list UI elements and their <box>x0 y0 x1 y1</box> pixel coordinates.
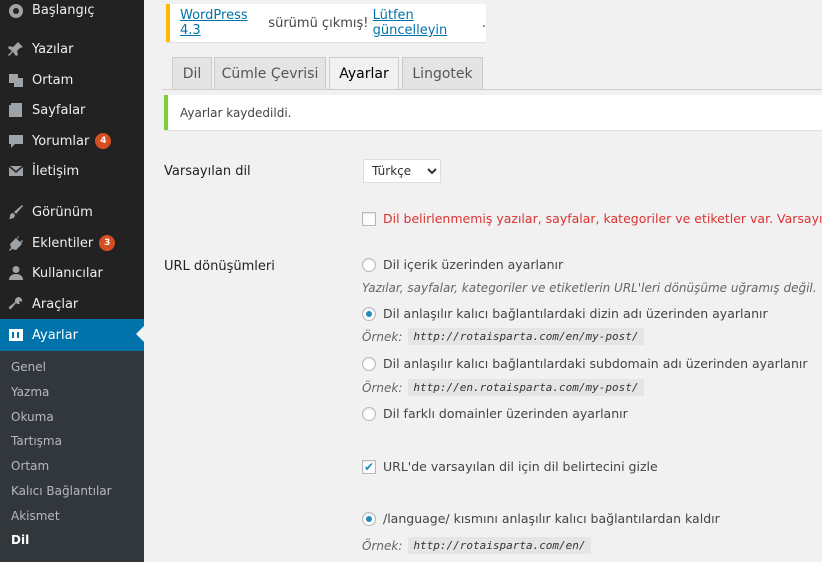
settings-saved-notice: Ayarlar kaydedildi. <box>164 95 822 130</box>
submenu-item-media[interactable]: Ortam <box>11 459 49 473</box>
submenu-item-akismet[interactable]: Akismet <box>11 509 60 523</box>
radio-directory[interactable] <box>362 306 376 321</box>
tab-string-translation[interactable]: Cümle Çevrisi <box>214 57 326 89</box>
menu-label: Eklentiler <box>32 235 94 251</box>
menu-item-contact[interactable]: İletişim <box>0 156 144 186</box>
menu-item-comments[interactable]: Yorumlar 4 <box>0 126 144 156</box>
option-label: Dil anlaşılır kalıcı bağlantılardaki diz… <box>383 306 768 321</box>
example-label: Örnek: <box>362 380 403 395</box>
comments-icon <box>8 133 24 149</box>
example-label: Örnek: <box>362 538 403 553</box>
menu-item-plugins[interactable]: Eklentiler 3 <box>0 228 144 258</box>
example-label: Örnek: <box>362 329 403 344</box>
directory-example: Örnek: http://rotaisparta.com/en/my-post… <box>362 328 644 345</box>
option-label: Dil içerik üzerinden ayarlanır <box>383 257 564 272</box>
url-option-content[interactable]: Dil içerik üzerinden ayarlanır <box>362 257 563 272</box>
tabs-divider <box>162 89 822 90</box>
menu-item-media[interactable]: Ortam <box>0 65 144 95</box>
submenu-item-general[interactable]: Genel <box>11 360 46 374</box>
radio-subdomain[interactable] <box>362 356 376 371</box>
submenu-item-reading[interactable]: Okuma <box>11 410 54 424</box>
remove-language-slug-row[interactable]: /language/ kısmını anlaşılır kalıcı bağl… <box>362 511 720 526</box>
example-url: http://rotaisparta.com/en/my-post/ <box>408 328 644 345</box>
menu-label: Ayarlar <box>32 327 78 343</box>
menu-item-users[interactable]: Kullanıcılar <box>0 258 144 288</box>
admin-sidebar: Başlangıç Yazılar Ortam Sayfalar Yorumla… <box>0 0 144 562</box>
submenu-item-discussion[interactable]: Tartışma <box>11 434 62 448</box>
menu-label: Kullanıcılar <box>32 265 103 281</box>
default-language-label: Varsayılan dil <box>164 164 251 179</box>
settings-submenu: Genel Yazma Okuma Tartışma Ortam Kalıcı … <box>0 351 144 562</box>
tab-language[interactable]: Dil <box>172 57 212 89</box>
menu-item-pages[interactable]: Sayfalar <box>0 95 144 125</box>
menu-label: Araçlar <box>32 296 79 312</box>
plugin-icon <box>8 235 24 251</box>
update-nag-notice: WordPress 4.3 sürümü çıkmış! Lütfen günc… <box>166 4 486 42</box>
menu-item-appearance[interactable]: Görünüm <box>0 197 144 227</box>
update-nag-text: sürümü çıkmış! <box>264 15 373 31</box>
tab-settings[interactable]: Ayarlar <box>329 57 399 90</box>
option-label: URL'de varsayılan dil için dil belirteci… <box>383 459 658 474</box>
remove-language-example: Örnek: http://rotaisparta.com/en/ <box>362 537 591 554</box>
radio-remove-language[interactable] <box>362 511 376 526</box>
dashboard-icon <box>8 2 24 18</box>
option-content-description: Yazılar, sayfalar, kategoriler ve etiket… <box>362 281 817 295</box>
settings-icon <box>8 327 24 343</box>
url-option-directory[interactable]: Dil anlaşılır kalıcı bağlantılardaki diz… <box>362 306 768 321</box>
untranslated-content-row: Dil belirlenmemiş yazılar, sayfalar, kat… <box>362 211 822 226</box>
option-label: Dil anlaşılır kalıcı bağlantılardaki sub… <box>383 356 808 371</box>
radio-content[interactable] <box>362 257 376 272</box>
menu-label: İletişim <box>32 163 80 179</box>
hide-default-language-row[interactable]: ✔ URL'de varsayılan dil için dil belirte… <box>362 459 658 474</box>
menu-item-dashboard[interactable]: Başlangıç <box>0 0 144 25</box>
submenu-item-permalinks[interactable]: Kalıcı Bağlantılar <box>11 484 112 498</box>
untranslated-content-warning: Dil belirlenmemiş yazılar, sayfalar, kat… <box>383 211 822 226</box>
url-option-subdomain[interactable]: Dil anlaşılır kalıcı bağlantılardaki sub… <box>362 356 808 371</box>
menu-label: Sayfalar <box>32 102 86 118</box>
menu-item-tools[interactable]: Araçlar <box>0 289 144 319</box>
pages-icon <box>8 102 24 118</box>
url-modifications-label: URL dönüşümleri <box>164 259 275 274</box>
submenu-item-language[interactable]: Dil <box>11 533 29 547</box>
update-now-link[interactable]: Lütfen güncelleyin <box>373 8 482 38</box>
mail-icon <box>8 163 24 179</box>
plugins-update-badge: 3 <box>99 235 116 251</box>
menu-label: Yazılar <box>32 41 74 57</box>
menu-label: Yorumlar <box>32 133 90 149</box>
update-nag-end: . <box>481 15 486 31</box>
example-url: http://rotaisparta.com/en/ <box>408 537 591 554</box>
pin-icon <box>8 41 24 57</box>
radio-domains[interactable] <box>362 406 376 421</box>
menu-label: Görünüm <box>32 204 93 220</box>
submenu-item-writing[interactable]: Yazma <box>11 385 49 399</box>
hide-default-checkbox[interactable]: ✔ <box>362 459 376 474</box>
brush-icon <box>8 204 24 220</box>
wordpress-version-link[interactable]: WordPress 4.3 <box>180 8 264 38</box>
example-url: http://en.rotaisparta.com/my-post/ <box>408 379 644 396</box>
menu-label: Ortam <box>32 72 74 88</box>
menu-item-posts[interactable]: Yazılar <box>0 34 144 64</box>
wrench-icon <box>8 296 24 312</box>
menu-item-settings[interactable]: Ayarlar <box>0 319 144 351</box>
media-icon <box>8 72 24 88</box>
url-option-domains[interactable]: Dil farklı domainler üzerinden ayarlanır <box>362 406 628 421</box>
assign-default-language-checkbox[interactable] <box>362 211 376 226</box>
tab-lingotek[interactable]: Lingotek <box>402 57 483 89</box>
default-language-select[interactable]: Türkçe <box>363 159 441 183</box>
user-icon <box>8 265 24 281</box>
subdomain-example: Örnek: http://en.rotaisparta.com/my-post… <box>362 379 644 396</box>
menu-label: Başlangıç <box>32 2 95 18</box>
option-label: Dil farklı domainler üzerinden ayarlanır <box>383 406 628 421</box>
option-label: /language/ kısmını anlaşılır kalıcı bağl… <box>383 511 720 526</box>
comments-count-badge: 4 <box>95 133 112 149</box>
